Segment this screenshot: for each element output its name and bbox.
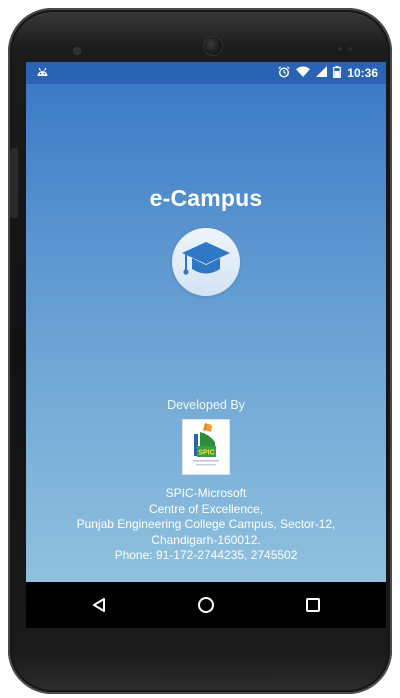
earpiece [74,48,80,54]
organization-info: SPIC-Microsoft Centre of Excellence, Pun… [26,486,386,564]
developed-by-label: Developed By [167,398,245,412]
bottom-speaker [158,672,268,676]
light-sensor [348,47,352,51]
org-name: SPIC-Microsoft [165,486,247,500]
alarm-icon [278,65,290,81]
wifi-icon [296,66,311,80]
signal-icon [316,66,328,80]
app-logo [172,228,240,296]
power-button [10,148,18,218]
org-phone: Phone: 91-172-2744235, 2745502 [114,548,298,562]
android-debug-icon [36,66,49,80]
home-button[interactable] [176,585,236,625]
org-city: Chandigarh-160012. [151,532,261,547]
back-icon [93,598,106,612]
status-time: 10:36 [347,66,378,80]
spic-logo-text: SPIC [198,450,214,457]
proximity-sensor [338,47,342,51]
org-centre: Centre of Excellence, [148,501,264,516]
app-title: e-Campus [149,185,263,211]
graduation-cap-icon [182,242,230,275]
org-address: Punjab Engineering College Campus, Secto… [76,517,336,531]
navigation-bar [26,582,386,628]
status-bar: 10:36 [26,62,386,84]
back-button[interactable] [69,585,129,625]
front-camera [204,37,222,55]
screen: 10:36 e-Campus Developed By SPIC SPIC-Mi… [26,62,386,628]
spic-logo: SPIC [182,419,230,475]
recents-button[interactable] [283,585,343,625]
battery-icon [333,65,342,81]
home-icon [197,597,214,613]
splash-screen: e-Campus Developed By SPIC SPIC-Microsof… [26,84,386,582]
recents-icon [305,598,320,612]
